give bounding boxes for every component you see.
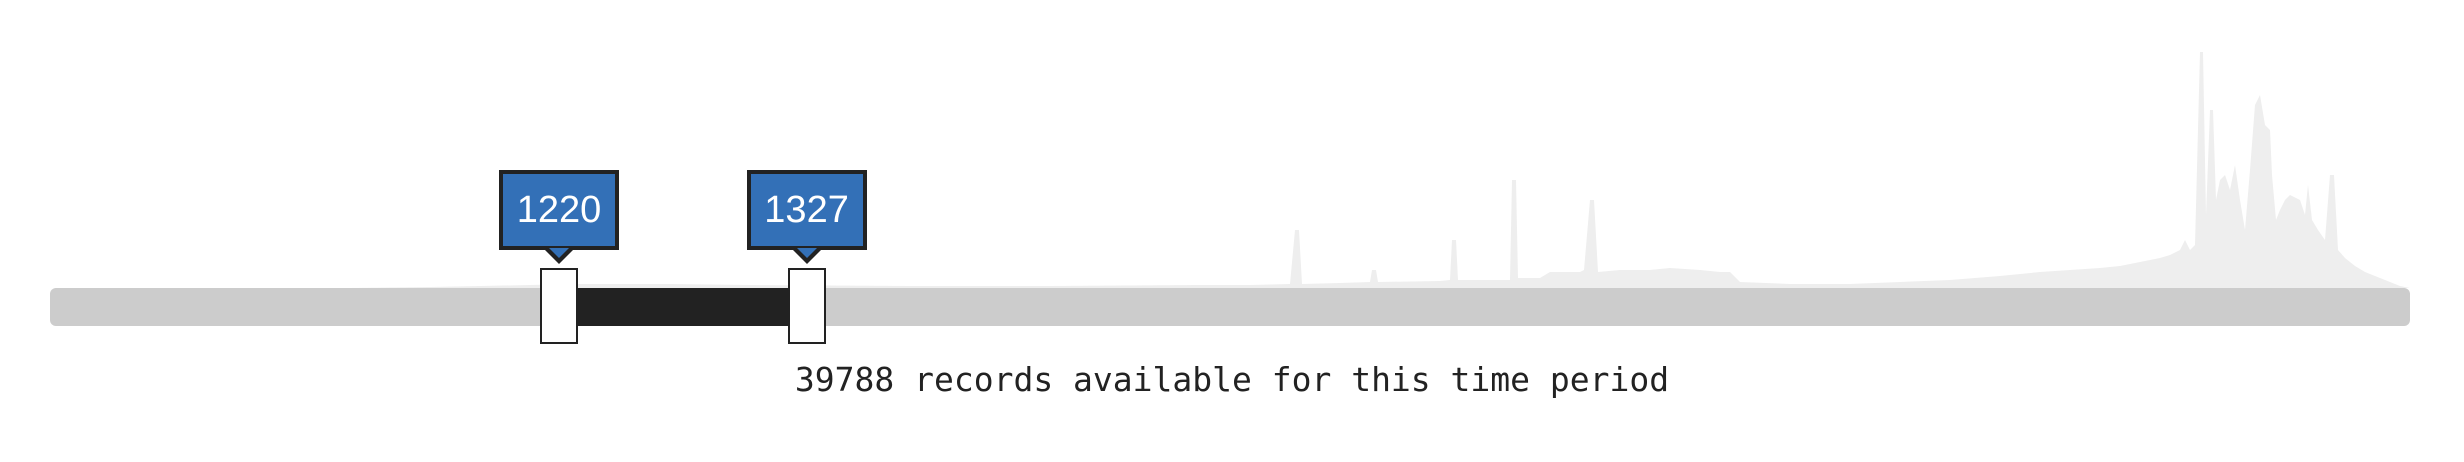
records-histogram — [50, 52, 2410, 288]
range-end-tooltip: 1327 — [746, 170, 867, 250]
range-end-handle[interactable] — [787, 268, 826, 344]
slider-track[interactable] — [50, 288, 2410, 326]
range-start-handle[interactable] — [540, 268, 579, 344]
time-range-slider: 1220 1327 39788 records available for th… — [0, 0, 2464, 462]
records-caption: 39788 records available for this time pe… — [794, 360, 1670, 399]
selected-range[interactable] — [559, 288, 807, 326]
range-start-tooltip: 1220 — [499, 170, 620, 250]
